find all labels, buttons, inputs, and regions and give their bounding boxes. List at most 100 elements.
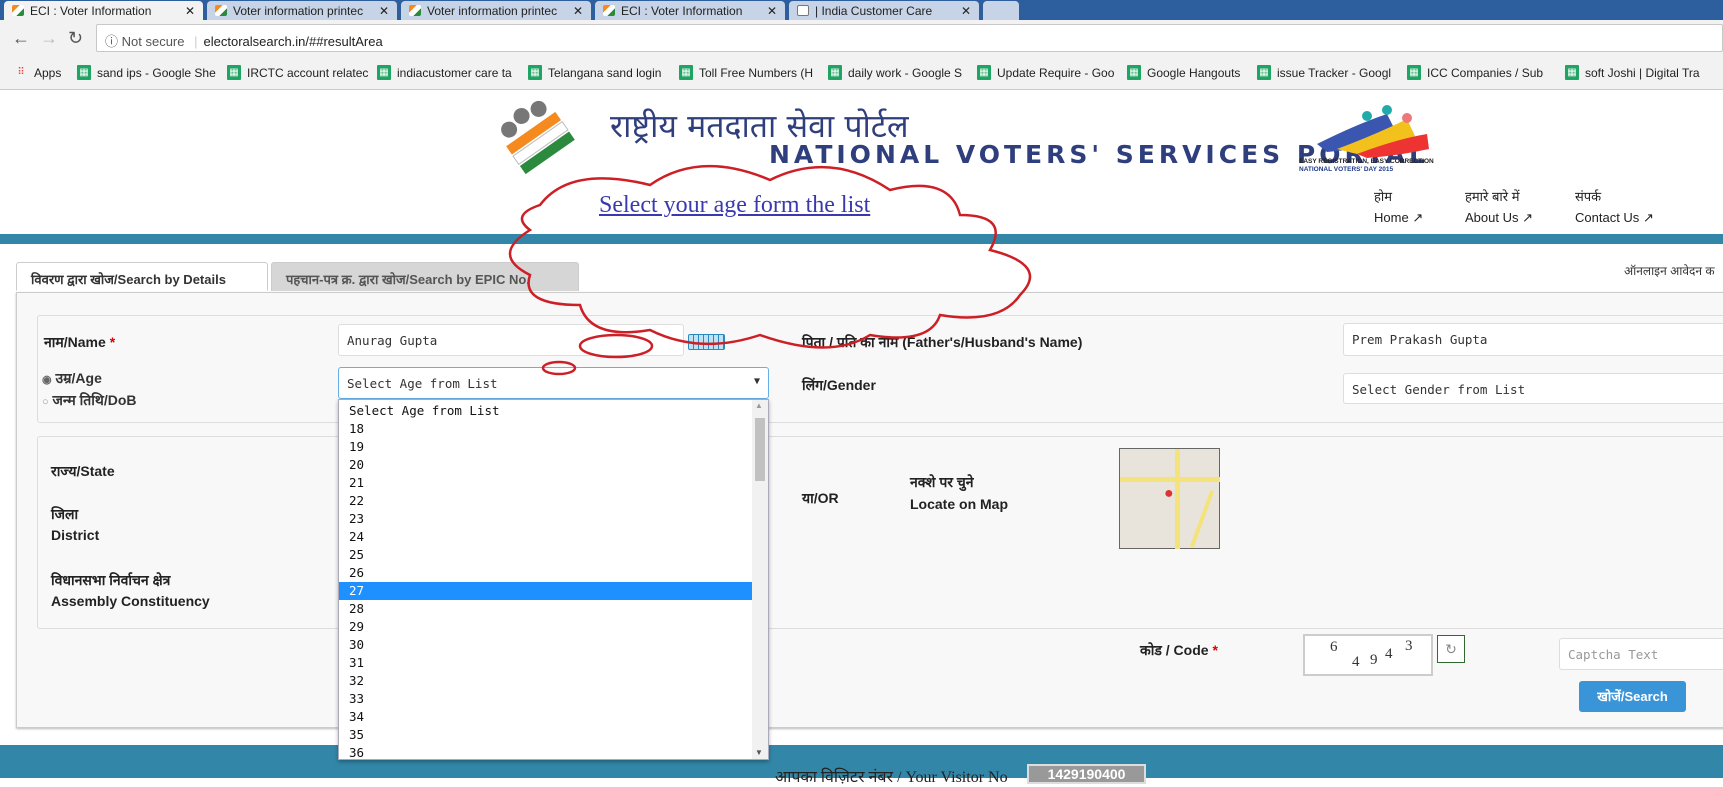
age-option[interactable]: 22 [339,492,754,510]
nav-home[interactable]: होम Home ↗ [1374,186,1423,228]
age-option[interactable]: 32 [339,672,754,690]
national-voters-day-logo: EASY REGISTRATION, EASY CORRECTION NATIO… [1299,105,1434,172]
info-icon[interactable]: ⓘ [105,34,122,49]
radio-unchecked-icon: ○ [42,396,49,408]
age-option[interactable]: 20 [339,456,754,474]
close-tab-icon[interactable]: ✕ [379,4,389,18]
dob-radio[interactable]: ○ जन्म तिथि/DoB [42,391,137,410]
bookmark-item[interactable]: ▦ Update Require - Goo [977,65,1114,80]
bookmark-label: issue Tracker - Googl [1277,66,1392,80]
scroll-down-icon[interactable]: ▼ [755,748,763,757]
external-link-icon: ↗ [1642,210,1654,225]
bookmark-icon: ▦ [977,65,991,80]
age-option[interactable]: 28 [339,600,754,618]
age-option[interactable]: 27 [339,582,754,600]
name-label: नाम/Name * [44,334,116,350]
bookmark-item[interactable]: ▦ ICC Companies / Sub [1407,65,1544,80]
age-dropdown-list[interactable]: Select Age from List 18 19 20 21 22 23 24 25 26 27… [338,399,769,760]
age-option[interactable]: 30 [339,636,754,654]
age-option[interactable]: 35 [339,726,754,744]
address-bar[interactable]: ⓘ Not secure | electoralsearch.in/##resul… [96,24,1723,52]
nav-home-hindi: होम [1374,189,1393,204]
captcha-input[interactable]: Captcha Text [1559,638,1723,670]
age-option[interactable]: 26 [339,564,754,582]
tab-search-by-epic[interactable]: पहचान-पत्र क्र. द्वारा खोज/Search by EPI… [271,262,579,291]
bookmark-item[interactable]: ▦ indiacustomer care ta [377,65,512,80]
tab-search-by-details[interactable]: विवरण द्वारा खोज/Search by Details [16,262,268,291]
close-tab-icon[interactable]: ✕ [573,4,583,18]
radio-checked-icon: ◉ [42,374,52,386]
back-icon[interactable]: ← [12,28,30,49]
bookmarks-bar: ⠿ Apps ▦ sand ips - Google She ▦ IRCTC accoun… [0,57,1723,90]
browser-tab[interactable]: ECI : Voter Information ✕ [4,1,203,20]
virtual-keyboard-icon[interactable] [688,334,725,350]
dropdown-arrow-icon: ▼ [753,376,760,387]
bookmark-icon: ▦ [77,65,91,80]
age-option[interactable]: 25 [339,546,754,564]
age-option[interactable]: 24 [339,528,754,546]
tab-title: ECI : Voter Information [30,4,152,18]
eci-favicon-icon [215,5,227,16]
age-option[interactable]: 18 [339,420,754,438]
name-input[interactable]: Anurag Gupta [338,324,684,356]
age-option[interactable]: 23 [339,510,754,528]
age-option[interactable]: 36 [339,744,754,759]
map-hindi-label: नक्शे पर चुने [910,474,974,490]
district-hindi-label: जिला [51,506,79,522]
browser-tab[interactable]: Voter information printec ✕ [207,1,397,20]
bookmark-item[interactable]: ▦ IRCTC account relatec [227,65,369,80]
bookmark-item[interactable]: ▦ Telangana sand login [528,65,661,80]
browser-tab[interactable]: | India Customer Care ✕ [789,1,979,20]
age-select[interactable]: Select Age from List ▼ [338,367,769,399]
tab-title: Voter information printec [427,4,558,18]
scroll-up-icon[interactable]: ▲ [755,401,763,410]
gender-select[interactable]: Select Gender from List [1343,373,1723,404]
external-link-icon: ↗ [1522,210,1534,225]
dropdown-scrollbar[interactable]: ▲ ▼ [752,400,768,759]
svg-text:NATIONAL VOTERS' DAY 2015: NATIONAL VOTERS' DAY 2015 [1299,166,1394,172]
nav-contact-label: Contact Us [1575,210,1640,225]
nav-about-us[interactable]: हमारे बारे में About Us ↗ [1465,186,1533,228]
father-name-input[interactable]: Prem Prakash Gupta [1343,323,1723,356]
bookmark-label: IRCTC account relatec [247,66,369,80]
age-option[interactable]: 33 [339,690,754,708]
browser-tab[interactable]: Voter information printec ✕ [401,1,591,20]
age-option[interactable]: 29 [339,618,754,636]
age-option[interactable]: Select Age from List [339,402,754,420]
bookmark-icon: ▦ [1407,65,1421,80]
or-label: या/OR [802,490,839,506]
bookmark-item[interactable]: ▦ daily work - Google S [828,65,962,80]
age-option[interactable]: 31 [339,654,754,672]
bookmark-item[interactable]: ▦ soft Joshi | Digital Tra [1565,65,1700,80]
age-option[interactable]: 34 [339,708,754,726]
bookmark-item[interactable]: ▦ issue Tracker - Googl [1257,65,1392,80]
apps-shortcut[interactable]: ⠿ Apps [14,66,61,80]
forward-icon[interactable]: → [40,28,58,49]
scrollbar-thumb[interactable] [755,418,765,481]
age-radio[interactable]: ◉ उम्र/Age [42,369,102,388]
bookmark-item[interactable]: ▦ Toll Free Numbers (H [679,65,813,80]
captcha-image: 64943 [1303,634,1433,676]
bookmark-item[interactable]: ▦ sand ips - Google She [77,65,216,80]
search-button[interactable]: खोजें/Search [1579,681,1686,712]
refresh-captcha-icon[interactable]: ↻ [1437,635,1465,663]
nav-contact-us[interactable]: संपर्क Contact Us ↗ [1575,186,1654,228]
bookmark-item[interactable]: ▦ Google Hangouts [1127,65,1240,80]
reload-icon[interactable]: ↻ [68,28,83,49]
eci-favicon-icon [603,5,615,16]
browser-tab-strip: ECI : Voter Information ✕ Voter informati… [0,0,1723,20]
security-label: Not secure [121,34,185,49]
age-option[interactable]: 21 [339,474,754,492]
visitor-label: आपका विज़िटर नंबर / Your Visitor No [775,769,1008,786]
age-radio-label: उम्र/Age [55,370,102,386]
close-tab-icon[interactable]: ✕ [961,4,971,18]
new-tab-button[interactable] [983,1,1019,20]
age-option[interactable]: 19 [339,438,754,456]
bookmark-label: ICC Companies / Sub [1427,66,1544,80]
online-apply-text[interactable]: ऑनलाइन आवेदन क [1624,262,1715,279]
close-tab-icon[interactable]: ✕ [767,4,777,18]
browser-tab[interactable]: ECI : Voter Information ✕ [595,1,785,20]
assembly-hindi-label: विधानसभा निर्वाचन क्षेत्र [51,572,171,588]
map-thumbnail[interactable]: ● [1119,448,1220,549]
close-tab-icon[interactable]: ✕ [185,4,195,18]
